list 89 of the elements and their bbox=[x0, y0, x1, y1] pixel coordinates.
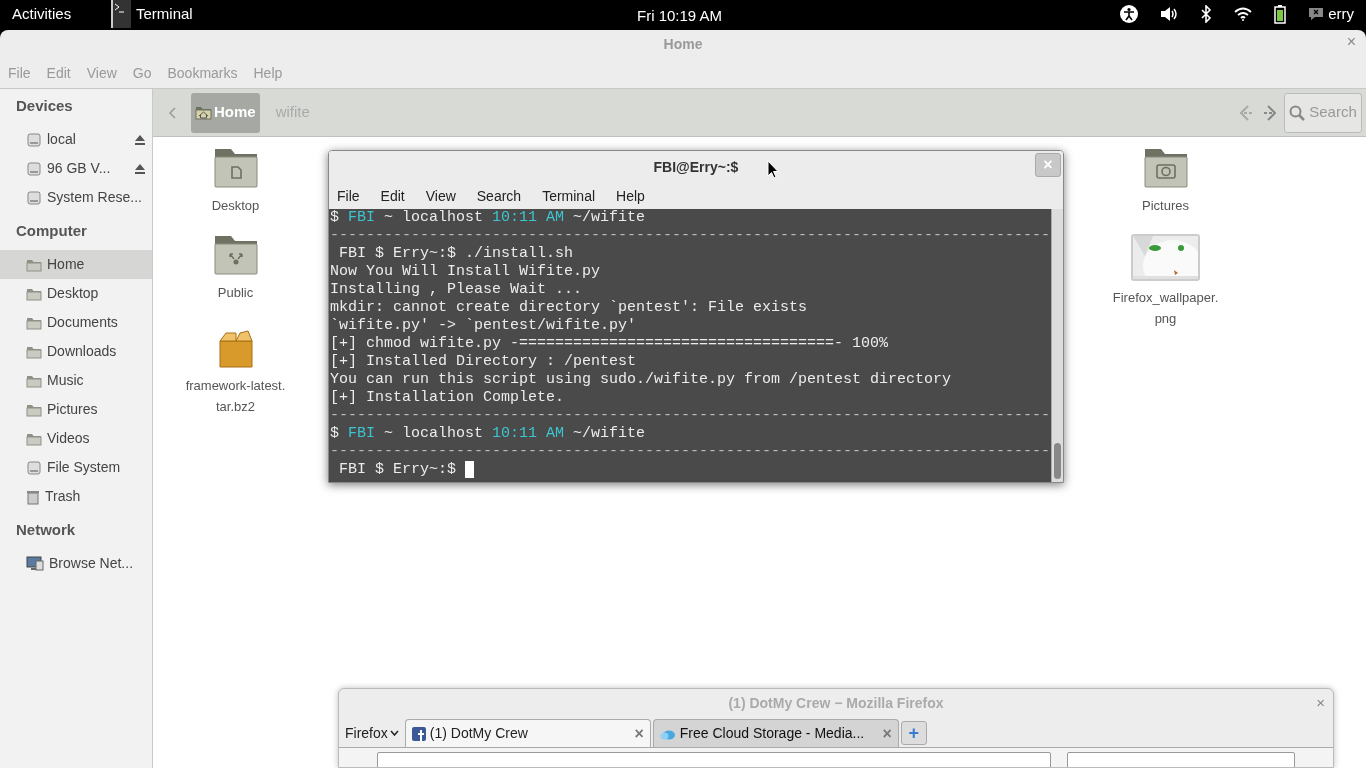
caret-icon bbox=[389, 730, 399, 736]
output-line: Installing , Please Wait ... bbox=[330, 281, 584, 299]
eject-icon[interactable] bbox=[134, 162, 146, 175]
user-menu[interactable]: erry bbox=[1308, 2, 1354, 26]
terminal-icon bbox=[110, 0, 132, 28]
mouse-pointer-icon bbox=[767, 160, 779, 179]
menu-item[interactable]: Search bbox=[476, 185, 522, 207]
sidebar-item[interactable]: 96 GB V... bbox=[0, 154, 152, 183]
drive-icon bbox=[26, 160, 42, 177]
folder-icon bbox=[26, 286, 42, 301]
section-heading: Devices bbox=[15, 96, 74, 116]
sidebar-item[interactable]: Home bbox=[0, 250, 152, 279]
package-icon bbox=[217, 329, 254, 369]
file-name[interactable]: Public bbox=[176, 282, 295, 303]
sidebar-item[interactable]: System Rese... bbox=[0, 183, 152, 212]
browser-tab[interactable]: (1) DotMy Crew × bbox=[404, 719, 651, 747]
sidebar-item[interactable]: Pictures bbox=[0, 395, 152, 424]
prompt-line: FBI $ Erry~:$ bbox=[338, 461, 458, 479]
window-title: Home bbox=[663, 34, 703, 54]
drive-icon bbox=[26, 459, 42, 476]
output-line: [+] Installation Complete. bbox=[330, 389, 566, 407]
file-name[interactable]: Pictures bbox=[1106, 195, 1225, 216]
sidebar-item[interactable]: Browse Net... bbox=[0, 549, 152, 578]
separator-line: -------------------------------------------------------------------------------- bbox=[330, 443, 1051, 461]
file-name[interactable]: Desktop bbox=[176, 195, 295, 216]
folder-icon bbox=[26, 315, 42, 330]
separator-line: -------------------------------------------------------------------------------- bbox=[330, 227, 1051, 245]
prompt-line: $ FBI ~ localhost 10:11 AM ~/wifite bbox=[330, 425, 647, 443]
share-folder-icon bbox=[212, 234, 259, 276]
drive-icon bbox=[26, 189, 42, 206]
home-folder-icon bbox=[195, 105, 212, 120]
menu-item[interactable]: View bbox=[425, 185, 456, 207]
window-title: (1) DotMy Crew − Mozilla Firefox bbox=[728, 693, 944, 713]
battery-icon bbox=[1274, 4, 1287, 24]
menu-item[interactable]: Terminal bbox=[542, 185, 596, 207]
output-line: mkdir: cannot create directory `pentest': File exists bbox=[330, 299, 809, 317]
output-line: Now You Will Install Wifite.py bbox=[330, 263, 602, 281]
browser-tab[interactable]: Free Cloud Storage - Media... × bbox=[652, 719, 899, 747]
file-name[interactable]: Firefox_wallpaper.png bbox=[1106, 287, 1225, 329]
folder-icon bbox=[26, 373, 42, 388]
sidebar-item[interactable]: Trash bbox=[0, 482, 152, 511]
wifi-icon bbox=[1234, 7, 1253, 21]
trash-icon bbox=[26, 488, 40, 505]
sidebar-item[interactable]: Downloads bbox=[0, 337, 152, 366]
chat-icon bbox=[1308, 6, 1325, 22]
accessibility-icon bbox=[1120, 5, 1139, 23]
output-line: `wifite.py' -> `pentest/wifite.py' bbox=[330, 317, 638, 335]
chevron-left-icon bbox=[169, 106, 177, 119]
window-title: FBI@Erry~:$ bbox=[653, 157, 739, 177]
output-line: FBI $ Erry~:$ ./install.sh bbox=[338, 245, 575, 263]
output-line: You can run this script using sudo./wifite.py from /pentest directory bbox=[330, 371, 953, 389]
back-arrow-icon bbox=[1240, 104, 1254, 121]
volume-icon bbox=[1160, 6, 1179, 22]
sidebar-item[interactable]: local bbox=[0, 125, 152, 154]
menu-item[interactable]: File bbox=[337, 185, 360, 207]
folder-icon bbox=[26, 431, 42, 446]
section-heading: Computer bbox=[15, 221, 88, 241]
search-icon bbox=[1289, 104, 1306, 121]
site-icon bbox=[411, 726, 426, 741]
separator-line: -------------------------------------------------------------------------------- bbox=[330, 407, 1051, 425]
folder-icon bbox=[26, 344, 42, 359]
sidebar-item[interactable]: Music bbox=[0, 366, 152, 395]
prompt-line: $ FBI ~ localhost 10:11 AM ~/wifite bbox=[330, 209, 647, 227]
folder-icon bbox=[26, 257, 42, 272]
bluetooth-icon bbox=[1200, 5, 1213, 23]
scrollbar-thumb[interactable] bbox=[1054, 443, 1061, 479]
menu-item[interactable]: Edit bbox=[380, 185, 405, 207]
folder-icon bbox=[26, 402, 42, 417]
output-line: [+] Installed Directory : /pentest bbox=[330, 353, 638, 371]
eject-icon[interactable] bbox=[134, 133, 146, 146]
camera-folder-icon bbox=[1142, 147, 1189, 189]
sidebar-item[interactable]: Desktop bbox=[0, 279, 152, 308]
sidebar-item[interactable]: Videos bbox=[0, 424, 152, 453]
clock[interactable]: Fri 10:19 AM bbox=[637, 5, 723, 28]
menu-item[interactable]: Help bbox=[616, 185, 645, 207]
computer-icon bbox=[26, 555, 44, 572]
close-tab-button[interactable]: × bbox=[634, 725, 644, 742]
sidebar-item[interactable]: Documents bbox=[0, 308, 152, 337]
sidebar-item[interactable]: File System bbox=[0, 453, 152, 482]
section-heading: Network bbox=[15, 520, 77, 540]
forward-arrow-icon bbox=[1262, 104, 1276, 121]
scrollbar[interactable] bbox=[1051, 209, 1063, 482]
app-menu[interactable]: Terminal bbox=[110, 0, 193, 28]
activities-button[interactable]: Activities bbox=[0, 2, 110, 26]
drive-icon bbox=[26, 131, 42, 148]
firefox-menu-button[interactable]: Firefox bbox=[345, 719, 403, 747]
desktop-folder-icon bbox=[212, 147, 259, 189]
output-line: [+] chmod wifite.py -===================================- 100% bbox=[330, 335, 890, 353]
file-name[interactable]: framework-latest.tar.bz2 bbox=[176, 375, 295, 417]
